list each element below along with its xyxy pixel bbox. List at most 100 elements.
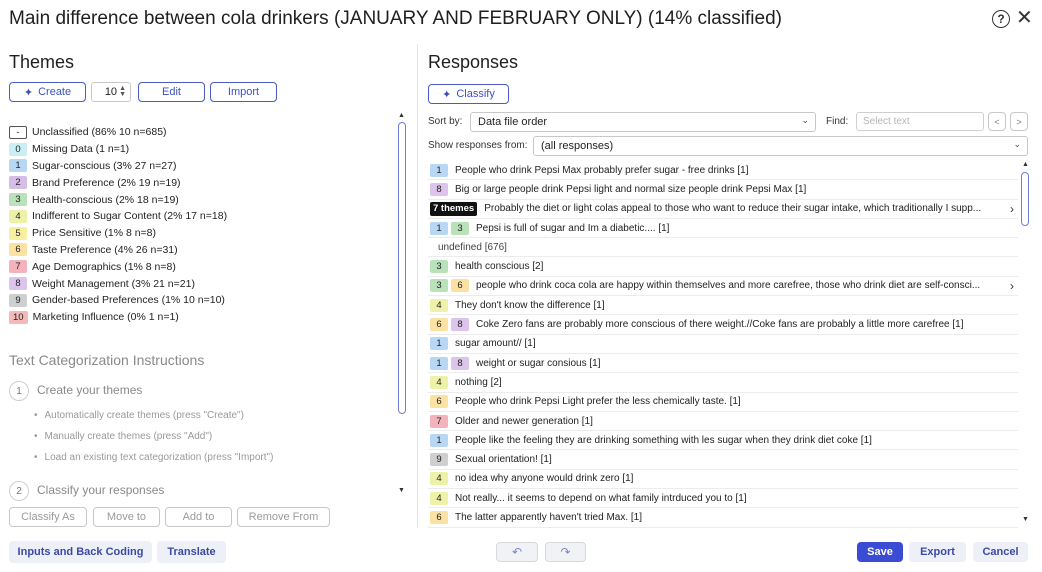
- edit-button[interactable]: Edit: [138, 82, 205, 102]
- chevron-down-icon: ⌄: [1013, 139, 1021, 149]
- find-next-icon[interactable]: >: [1010, 112, 1028, 131]
- response-row[interactable]: 6 The latter apparently haven't tried Max…: [428, 508, 1018, 528]
- theme-label: Taste Preference (4% 26 n=31): [32, 243, 178, 256]
- theme-item[interactable]: - Unclassified (86% 10 n=685): [9, 124, 389, 141]
- theme-item[interactable]: 10 Marketing Influence (0% 1 n=1): [9, 309, 389, 326]
- response-row[interactable]: undefined [676]: [428, 238, 1018, 258]
- response-row[interactable]: 1 People who drink Pepsi Max probably pre…: [428, 161, 1018, 181]
- response-text: people who drink coca cola are happy wit…: [476, 280, 981, 292]
- response-row[interactable]: 6 8 Coke Zero fans are probably more consc…: [428, 315, 1018, 335]
- theme-badge: 9: [430, 453, 448, 467]
- response-row[interactable]: 9 Sexual orientation! [1]: [428, 450, 1018, 470]
- theme-badge: 7 themes: [430, 201, 478, 216]
- theme-item[interactable]: 3 Health-conscious (2% 18 n=19): [9, 191, 389, 208]
- stepper-arrows-icon[interactable]: ▲ ▼: [119, 85, 126, 98]
- chevron-right-icon[interactable]: ›: [1010, 202, 1014, 216]
- export-button[interactable]: Export: [909, 542, 966, 562]
- response-row[interactable]: 3 health conscious [2]: [428, 257, 1018, 277]
- classify-as-button[interactable]: Classify As: [9, 507, 87, 527]
- theme-item[interactable]: 6 Taste Preference (4% 26 n=31): [9, 242, 389, 259]
- find-input[interactable]: Select text: [856, 112, 984, 131]
- theme-item[interactable]: 4 Indifferent to Sugar Content (2% 17 n=1…: [9, 208, 389, 225]
- chevron-down-icon: ⌄: [801, 115, 809, 125]
- theme-badge: 3: [451, 221, 469, 235]
- theme-item[interactable]: 0 Missing Data (1 n=1): [9, 141, 389, 158]
- theme-badge: 1: [9, 159, 27, 173]
- response-row[interactable]: 4 Not really... it seems to depend on wha…: [428, 489, 1018, 509]
- redo-icon[interactable]: ↷: [545, 542, 586, 562]
- theme-count-stepper[interactable]: 10 ▲ ▼: [91, 82, 131, 102]
- theme-badge: 1: [430, 337, 448, 351]
- scroll-down-icon[interactable]: ▼: [398, 487, 405, 494]
- theme-item[interactable]: 8 Weight Management (3% 21 n=21): [9, 275, 389, 292]
- response-row[interactable]: 1 sugar amount// [1]: [428, 335, 1018, 354]
- save-button[interactable]: Save: [857, 542, 903, 562]
- theme-badge: 3: [430, 260, 448, 274]
- add-to-button[interactable]: Add to: [165, 507, 232, 527]
- theme-label: Health-conscious (2% 18 n=19): [32, 193, 179, 206]
- response-row[interactable]: 3 6 people who drink coca cola are happy w…: [428, 277, 1018, 297]
- response-row[interactable]: 4 no idea why anyone would drink zero [1]: [428, 470, 1018, 490]
- help-icon[interactable]: ?: [992, 10, 1010, 28]
- response-row[interactable]: 1 8 weight or sugar consious [1]: [428, 354, 1018, 374]
- themes-scrollbar[interactable]: [398, 122, 406, 414]
- theme-label: Sugar-conscious (3% 27 n=27): [32, 159, 177, 172]
- create-button[interactable]: ✦ Create: [9, 82, 86, 102]
- import-button[interactable]: Import: [210, 82, 277, 102]
- inputs-back-coding-button[interactable]: Inputs and Back Coding: [9, 541, 152, 563]
- sort-select[interactable]: Data file order ⌄: [470, 112, 816, 132]
- theme-badge: 4: [9, 209, 27, 223]
- theme-badge: -: [9, 125, 27, 139]
- theme-badge: 7: [9, 260, 27, 274]
- scroll-up-icon[interactable]: ▲: [1022, 161, 1029, 168]
- classify-button[interactable]: ✦ Classify: [428, 84, 509, 104]
- dialog-title: Main difference between cola drinkers (J…: [9, 8, 782, 29]
- responses-scrollbar[interactable]: [1021, 172, 1029, 226]
- cancel-button[interactable]: Cancel: [973, 542, 1028, 562]
- response-text: Older and newer generation [1]: [455, 415, 593, 427]
- sort-value: Data file order: [478, 116, 548, 128]
- find-prev-icon[interactable]: <: [988, 112, 1006, 131]
- theme-item[interactable]: 7 Age Demographics (1% 8 n=8): [9, 258, 389, 275]
- response-list: 1 People who drink Pepsi Max probably pre…: [428, 161, 1018, 528]
- panel-divider: [417, 44, 418, 528]
- response-row[interactable]: 1 3 Pepsi is full of sugar and Im a diabet…: [428, 219, 1018, 239]
- chevron-right-icon[interactable]: ›: [1010, 279, 1014, 293]
- step-1-number: 1: [9, 381, 29, 401]
- find-label: Find:: [826, 116, 849, 127]
- response-row[interactable]: 8 Big or large people drink Pepsi light a…: [428, 180, 1018, 200]
- remove-from-button[interactable]: Remove From: [237, 507, 330, 527]
- scroll-up-icon[interactable]: ▲: [398, 112, 405, 119]
- scroll-down-icon[interactable]: ▼: [1022, 516, 1029, 523]
- theme-item[interactable]: 1 Sugar-conscious (3% 27 n=27): [9, 158, 389, 175]
- theme-badge: 8: [430, 182, 448, 196]
- theme-badge: 10: [9, 310, 28, 324]
- instruction-bullet: Automatically create themes (press "Crea…: [34, 410, 244, 421]
- response-text: nothing [2]: [455, 376, 502, 388]
- move-to-button[interactable]: Move to: [93, 507, 160, 527]
- show-from-value: (all responses): [541, 140, 614, 152]
- step-2-label: Classify your responses: [37, 483, 165, 497]
- show-from-select[interactable]: (all responses) ⌄: [533, 136, 1028, 156]
- theme-badge: 1: [430, 221, 448, 235]
- response-row[interactable]: 1 People like the feeling they are drinki…: [428, 431, 1018, 451]
- response-row[interactable]: 4 They don't know the difference [1]: [428, 296, 1018, 316]
- response-row[interactable]: 7 Older and newer generation [1]: [428, 412, 1018, 432]
- theme-label: Weight Management (3% 21 n=21): [32, 277, 195, 290]
- themes-heading: Themes: [9, 52, 75, 72]
- translate-button[interactable]: Translate: [157, 541, 226, 563]
- theme-badge: 6: [430, 395, 448, 409]
- theme-label: Age Demographics (1% 8 n=8): [32, 260, 176, 273]
- close-icon[interactable]: ✕: [1016, 7, 1033, 29]
- instruction-bullet: Load an existing text categorization (pr…: [34, 452, 274, 463]
- response-row[interactable]: 4 nothing [2]: [428, 373, 1018, 393]
- response-row[interactable]: 7 themes Probably the diet or light colas…: [428, 200, 1018, 219]
- theme-label: Brand Preference (2% 19 n=19): [32, 176, 181, 189]
- theme-item[interactable]: 2 Brand Preference (2% 19 n=19): [9, 174, 389, 191]
- instructions-title: Text Categorization Instructions: [9, 352, 205, 368]
- undo-icon[interactable]: ↶: [496, 542, 538, 562]
- theme-item[interactable]: 9 Gender-based Preferences (1% 10 n=10): [9, 292, 389, 309]
- theme-item[interactable]: 5 Price Sensitive (1% 8 n=8): [9, 225, 389, 242]
- response-row[interactable]: 6 People who drink Pepsi Light prefer the…: [428, 393, 1018, 412]
- theme-badge: 2: [9, 176, 27, 190]
